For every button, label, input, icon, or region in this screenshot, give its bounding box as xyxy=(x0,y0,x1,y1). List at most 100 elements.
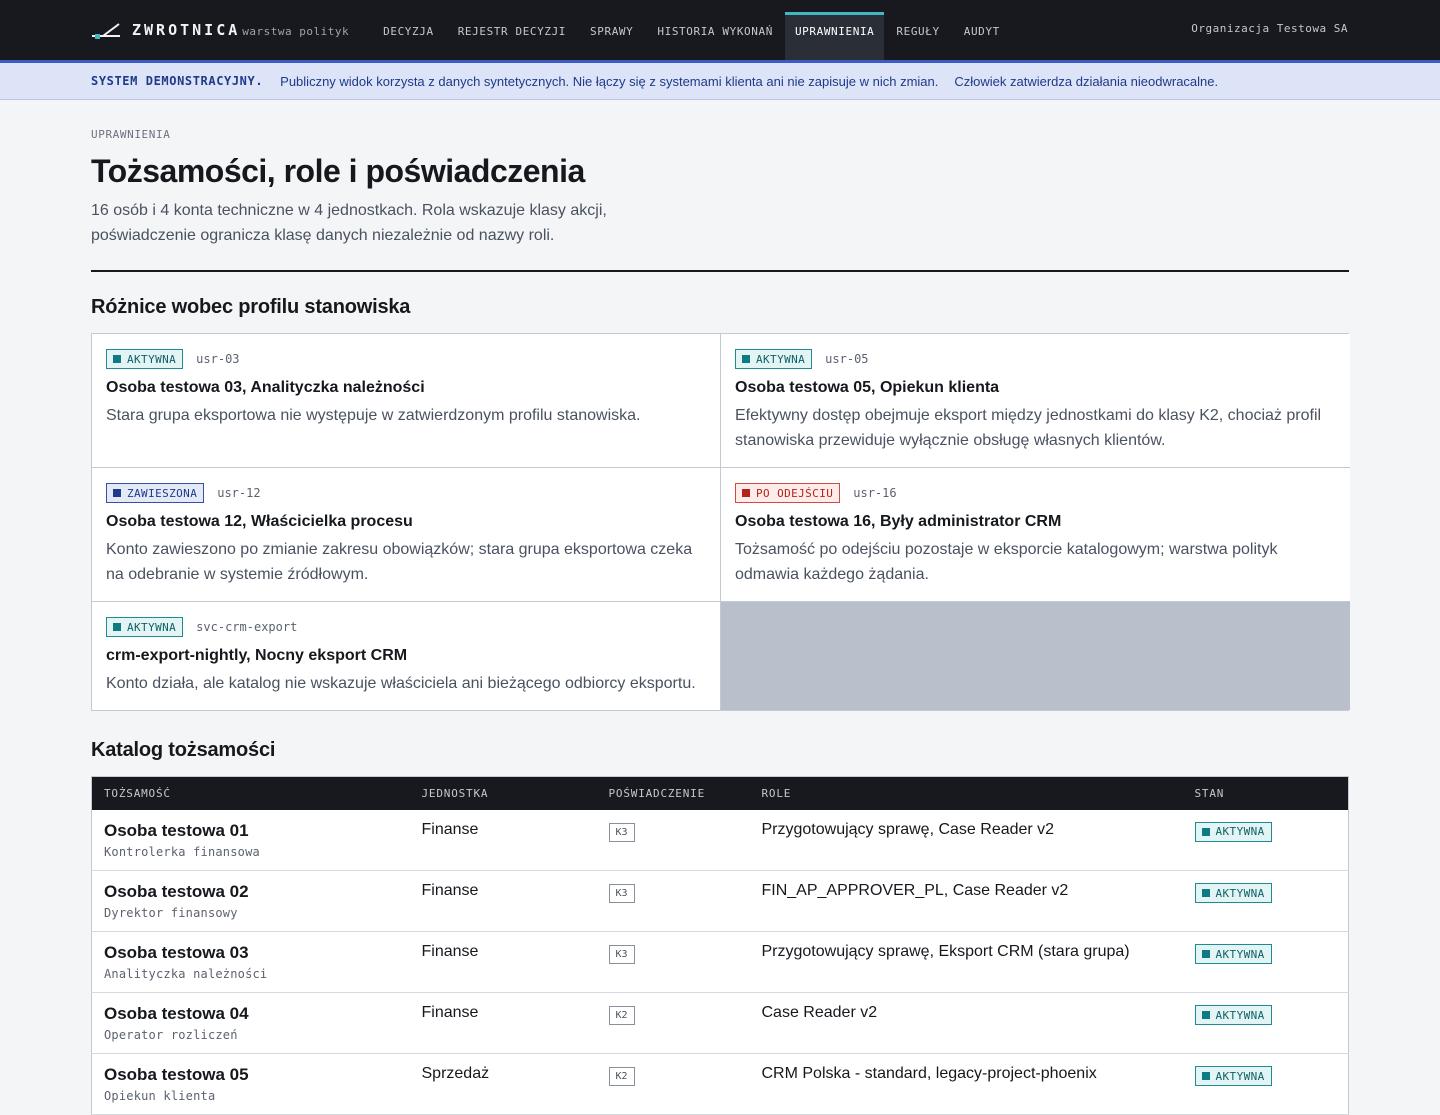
page-title: Tożsamości, role i poświadczenia xyxy=(91,153,585,189)
nav-item-sprawy[interactable]: SPRAWY xyxy=(578,12,645,60)
organization-name[interactable]: Organizacja Testowa SA xyxy=(1191,0,1348,58)
card-title: Osoba testowa 16, Były administrator CRM xyxy=(735,513,1062,530)
diff-card[interactable]: AKTYWNA svc-crm-export crm-export-nightl… xyxy=(92,602,721,710)
roles-cell: Case Reader v2 xyxy=(749,992,1183,1054)
identity-id: usr-12 xyxy=(217,486,261,500)
status-badge: AKTYWNA xyxy=(1194,944,1272,964)
table-row[interactable]: Osoba testowa 02 Dyrektor finansowy Finan… xyxy=(91,870,1349,932)
diff-card[interactable]: AKTYWNA usr-03 Osoba testowa 03, Anality… xyxy=(92,334,721,468)
status-badge-label: AKTYWNA xyxy=(1215,886,1265,900)
roles-cell: Przygotowujący sprawę, Eksport CRM (star… xyxy=(749,931,1183,993)
person-position: Kontrolerka finansowa xyxy=(104,844,260,859)
nav-item-reguly[interactable]: REGUŁY xyxy=(884,12,951,60)
diff-cards-grid: AKTYWNA usr-03 Osoba testowa 03, Anality… xyxy=(91,333,1350,711)
status-badge-label: AKTYWNA xyxy=(1215,1069,1265,1083)
demo-banner-note: Człowiek zatwierdza działania nieodwraca… xyxy=(954,73,1219,89)
status-square-icon xyxy=(742,355,750,363)
table-row[interactable]: Osoba testowa 01 Kontrolerka finansowa Fi… xyxy=(91,809,1349,871)
section-divider xyxy=(91,270,1349,272)
credential-badge: K3 xyxy=(608,822,635,842)
roles-cell: Przygotowujący sprawę, Case Reader v2 xyxy=(749,809,1183,871)
status-square-icon xyxy=(1201,1011,1210,1019)
diff-card[interactable]: AKTYWNA usr-05 Osoba testowa 05, Opiekun… xyxy=(721,334,1350,468)
main-nav: DECYZJA REJESTR DECYZJI SPRAWY HISTORIA … xyxy=(371,0,1012,60)
status-badge-label: AKTYWNA xyxy=(1215,947,1265,961)
status-square-icon xyxy=(113,489,121,497)
switch-track-icon xyxy=(92,23,120,39)
roles-cell: FIN_AP_APPROVER_PL, Case Reader v2 xyxy=(749,870,1183,932)
column-header-state[interactable]: STAN xyxy=(1182,776,1349,810)
nav-item-historia-wykonan[interactable]: HISTORIA WYKONAŃ xyxy=(645,12,785,60)
person-name: Osoba testowa 01 xyxy=(104,820,249,840)
demo-banner: SYSTEM DEMONSTRACYJNY. Publiczny widok k… xyxy=(0,60,1440,100)
status-square-icon xyxy=(113,623,121,631)
status-square-icon xyxy=(1201,950,1210,958)
column-header-roles[interactable]: ROLE xyxy=(749,776,1183,810)
unit-cell: Finanse xyxy=(409,870,597,932)
top-navigation-bar: ZWROTNICA warstwa polityk DECYZJA REJEST… xyxy=(0,0,1440,60)
status-square-icon xyxy=(742,489,750,497)
table-row[interactable]: Osoba testowa 03 Analityczka należności F… xyxy=(91,931,1349,993)
unit-cell: Finanse xyxy=(409,992,597,1054)
status-square-icon xyxy=(113,355,121,363)
demo-banner-tag: SYSTEM DEMONSTRACYJNY. xyxy=(91,74,264,88)
status-badge-label: AKTYWNA xyxy=(1215,1008,1265,1022)
status-badge: AKTYWNA xyxy=(106,349,184,369)
person-position: Analityczka należności xyxy=(104,967,268,981)
status-badge: PO ODEJŚCIU xyxy=(735,483,841,503)
unit-cell: Finanse xyxy=(409,809,597,871)
status-square-icon xyxy=(1201,827,1210,836)
column-header-credential[interactable]: POŚWIADCZENIE xyxy=(596,776,750,810)
identity-id: usr-16 xyxy=(853,486,897,500)
identity-id: usr-05 xyxy=(825,352,869,366)
credential-badge: K3 xyxy=(608,945,635,964)
card-title: Osoba testowa 12, Właścicielka procesu xyxy=(106,513,413,530)
status-badge: AKTYWNA xyxy=(1194,1005,1272,1025)
diff-card[interactable]: PO ODEJŚCIU usr-16 Osoba testowa 16, Był… xyxy=(721,468,1350,602)
person-name: Osoba testowa 03 xyxy=(104,943,249,962)
app-logo[interactable]: ZWROTNICA warstwa polityk xyxy=(91,0,349,60)
card-description: Tożsamość po odejściu pozostaje w ekspor… xyxy=(735,541,1278,583)
status-badge: AKTYWNA xyxy=(735,349,813,369)
credential-badge: K2 xyxy=(608,1067,635,1086)
roles-cell: CRM Polska - standard, legacy-project-ph… xyxy=(749,1053,1183,1115)
card-description: Stara grupa eksportowa nie występuje w z… xyxy=(106,407,641,424)
column-header-identity[interactable]: TOŻSAMOŚĆ xyxy=(91,776,410,810)
nav-item-audyt[interactable]: AUDYT xyxy=(952,12,1012,60)
page-lead: 16 osób i 4 konta techniczne w 4 jednost… xyxy=(91,202,607,244)
diff-card[interactable]: ZAWIESZONA usr-12 Osoba testowa 12, Właś… xyxy=(92,468,721,602)
column-header-unit[interactable]: JEDNOSTKA xyxy=(409,776,597,810)
identity-catalog-table: TOŻSAMOŚĆ JEDNOSTKA POŚWIADCZENIE ROLE S… xyxy=(91,776,1349,1115)
status-badge-label: AKTYWNA xyxy=(1215,825,1265,838)
status-badge: AKTYWNA xyxy=(1194,883,1272,903)
nav-item-uprawnienia[interactable]: UPRAWNIENIA xyxy=(784,12,885,60)
status-badge: AKTYWNA xyxy=(1194,821,1272,842)
table-row[interactable]: Osoba testowa 04 Operator rozliczeń Finan… xyxy=(91,992,1349,1054)
status-badge-label: AKTYWNA xyxy=(127,620,177,634)
person-position: Operator rozliczeń xyxy=(104,1028,238,1042)
status-badge-label: AKTYWNA xyxy=(127,352,177,366)
person-name: Osoba testowa 02 xyxy=(104,882,249,901)
identity-id: svc-crm-export xyxy=(196,620,298,634)
nav-item-rejestr-decyzji[interactable]: REJESTR DECYZJI xyxy=(446,12,578,60)
nav-item-decyzja[interactable]: DECYZJA xyxy=(371,12,446,60)
status-badge: AKTYWNA xyxy=(1194,1066,1272,1086)
unit-cell: Finanse xyxy=(409,931,597,993)
card-description: Efektywny dostęp obejmuje eksport między… xyxy=(735,407,1322,449)
demo-banner-text: Publiczny widok korzysta z danych syntet… xyxy=(280,73,939,89)
catalog-heading: Katalog tożsamości xyxy=(91,739,276,761)
status-badge-label: ZAWIESZONA xyxy=(127,486,198,500)
grid-filler xyxy=(721,602,1350,710)
app-subtitle: warstwa polityk xyxy=(242,24,350,38)
identity-id: usr-03 xyxy=(196,352,240,366)
app-name: ZWROTNICA xyxy=(132,21,241,39)
status-badge: ZAWIESZONA xyxy=(106,483,205,503)
status-square-icon xyxy=(1201,889,1210,897)
card-description: Konto działa, ale katalog nie wskazuje w… xyxy=(106,675,696,692)
person-name: Osoba testowa 04 xyxy=(104,1004,249,1023)
table-row[interactable]: Osoba testowa 05 Opiekun klienta Sprzedaż… xyxy=(91,1053,1349,1115)
credential-badge: K3 xyxy=(608,884,635,903)
credential-badge: K2 xyxy=(608,1006,635,1025)
table-header-row: TOŻSAMOŚĆ JEDNOSTKA POŚWIADCZENIE ROLE S… xyxy=(91,776,1349,810)
page-eyebrow: UPRAWNIENIA xyxy=(91,128,171,141)
